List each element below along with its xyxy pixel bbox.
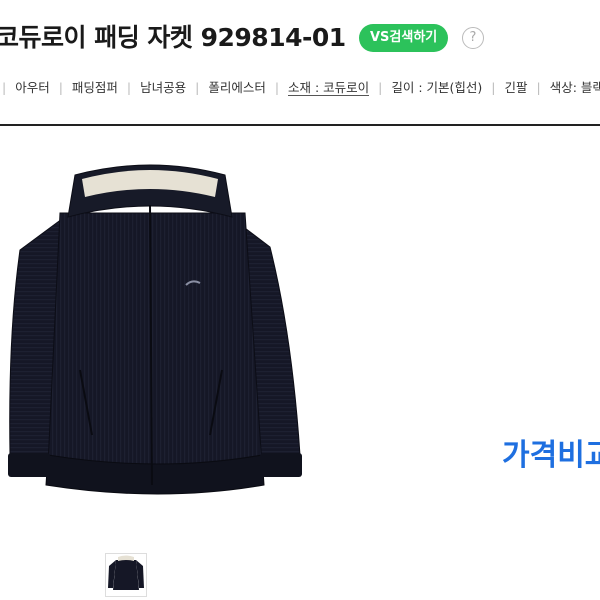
product-image[interactable] (0, 155, 310, 525)
spec-item-type: 패딩점퍼 (71, 80, 118, 95)
price-compare-label[interactable]: 가격비교 (502, 430, 600, 474)
header-divider (0, 124, 600, 126)
spec-separator: | (491, 80, 496, 95)
spec-item-length: 길이 : 기본(힙선) (391, 80, 483, 95)
spec-separator: | (58, 80, 63, 95)
spec-separator: | (536, 80, 541, 95)
spec-item-fabric: 폴리에스터 (208, 80, 266, 95)
spec-separator: | (274, 80, 280, 95)
spec-item-sleeve: 긴팔 (504, 80, 528, 95)
spec-separator: | (126, 80, 132, 95)
help-icon[interactable]: ? (462, 27, 484, 49)
spec-item-material[interactable]: 소재 : 코듀로이 (288, 80, 370, 96)
product-thumbnail[interactable] (105, 553, 147, 597)
spec-item-color: 색상: 블랙 (549, 80, 600, 95)
spec-item-gender: 남녀공용 (140, 80, 187, 95)
spec-item-category: 아우터 (15, 80, 50, 95)
spec-separator: | (2, 80, 7, 95)
spec-separator: | (378, 80, 383, 95)
spec-separator: | (195, 80, 200, 95)
spec-list: | 아우터 | 패딩점퍼 | 남녀공용 | 폴리에스터 | 소재 : 코듀로이 … (0, 77, 600, 99)
product-title: 코듀로이 패딩 자켓 929814-01 (0, 23, 346, 52)
title-row: 코듀로이 패딩 자켓 929814-01 VS검색하기 ? (0, 20, 600, 60)
vs-search-button[interactable]: VS검색하기 (359, 24, 449, 52)
jacket-thumbnail-icon (108, 555, 144, 590)
